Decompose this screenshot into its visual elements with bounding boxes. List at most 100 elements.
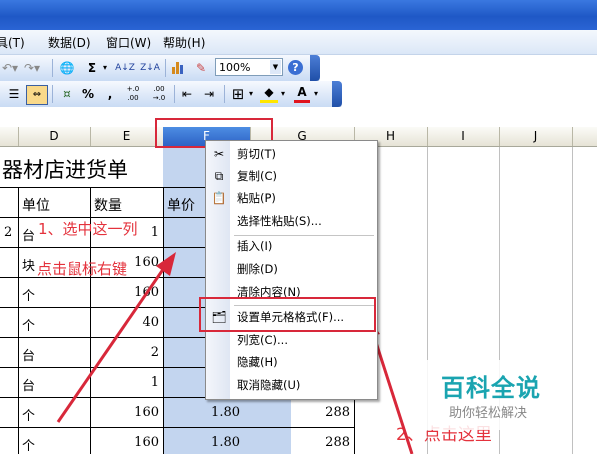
sort-ascending-button[interactable]: A↓Z (114, 59, 136, 77)
redo-icon[interactable]: ↷▾ (22, 59, 42, 77)
cell-left: 2 (4, 225, 13, 240)
sheet-title: 器材店进货单 (2, 158, 128, 182)
currency-icon[interactable]: ¤ (58, 85, 76, 103)
scissors-icon: ✂ (213, 147, 225, 161)
paste-icon: 📋 (211, 191, 227, 205)
cell-qty: 1 (150, 375, 159, 390)
cell-unit: 个 (22, 319, 36, 334)
help-icon[interactable]: ? (288, 60, 303, 75)
autosum-button[interactable]: Σ (82, 59, 102, 77)
toolbar-options-grip[interactable] (310, 55, 320, 81)
menu-window[interactable]: 窗口(W) (106, 34, 151, 51)
cell-qty: 40 (142, 315, 159, 330)
zoom-select[interactable]: 100% ▼ (215, 58, 283, 76)
toolbar-separator (52, 59, 53, 77)
table-border (0, 427, 354, 428)
decrease-decimal-button[interactable]: .00 →.0 (148, 85, 170, 103)
menu-help[interactable]: 帮助(H) (163, 34, 205, 51)
menu-item-cut[interactable]: ✂ 剪切(T) (206, 143, 377, 165)
menu-bar: 具(T) 数据(D) 窗口(W) 帮助(H) (0, 30, 597, 55)
header-price: 单价 (167, 198, 195, 214)
borders-dropdown-icon[interactable]: ▾ (247, 85, 255, 103)
cell-price: 1.80 (211, 435, 240, 450)
decrease-indent-icon[interactable]: ⇤ (178, 85, 196, 103)
menu-item-delete[interactable]: 删除(D) (206, 258, 377, 280)
formatting-toolbar: ☰ ⇔ ¤ % , +.0 .00 .00 →.0 ⇤ ⇥ ⊞ ▾ ◆ ▾ A … (0, 81, 342, 108)
menu-item-column-width[interactable]: 列宽(C)... (206, 329, 377, 351)
column-header-d[interactable]: D (18, 127, 91, 146)
comma-button[interactable]: , (102, 85, 118, 103)
menu-item-paste-special[interactable]: 选择性粘贴(S)... (206, 210, 377, 232)
menu-item-label: 列宽(C)... (237, 333, 288, 347)
menu-item-label: 取消隐藏(U) (237, 378, 301, 392)
menu-tools[interactable]: 具(T) (0, 34, 25, 51)
menu-item-label: 复制(C) (237, 169, 278, 183)
menu-item-label: 删除(D) (237, 262, 278, 276)
watermark-subtitle: 助你轻松解决 (449, 406, 528, 421)
merge-center-icon[interactable]: ⇔ (26, 85, 48, 105)
header-unit: 单位 (22, 198, 50, 214)
menu-item-copy[interactable]: ⧉ 复制(C) (206, 165, 377, 187)
chart-wizard-icon[interactable] (172, 61, 186, 74)
align-right-icon[interactable]: ☰ (6, 85, 22, 103)
toolbar-separator (52, 85, 53, 103)
menu-item-insert[interactable]: 插入(I) (206, 235, 377, 257)
cell-qty: 160 (134, 435, 159, 450)
menu-item-label: 选择性粘贴(S)... (237, 214, 322, 228)
cell-amount: 288 (325, 405, 350, 420)
drawing-icon[interactable]: ✎ (192, 59, 210, 77)
menu-item-label: 插入(I) (237, 239, 273, 253)
column-header-j[interactable]: J (499, 127, 573, 146)
toolbar-options-grip[interactable] (332, 81, 342, 107)
menu-item-label: 隐藏(H) (237, 355, 278, 369)
autosum-dropdown-icon[interactable]: ▾ (101, 59, 109, 77)
toolbar-separator (174, 85, 175, 103)
format-cells-highlight-box (199, 297, 376, 332)
cell-unit: 个 (22, 289, 36, 304)
watermark: 百科全说 助你轻松解决 (422, 360, 572, 430)
cell-price: 1.80 (211, 405, 240, 420)
zoom-value: 100% (219, 61, 251, 74)
watermark-title: 百科全说 (441, 374, 541, 402)
context-menu: ✂ 剪切(T) ⧉ 复制(C) 📋 粘贴(P) 选择性粘贴(S)... 插入(I… (205, 140, 378, 400)
toolbar-separator (165, 59, 166, 77)
menu-item-paste[interactable]: 📋 粘贴(P) (206, 187, 377, 209)
column-header-i[interactable]: I (427, 127, 500, 146)
menu-item-hide[interactable]: 隐藏(H) (206, 351, 377, 373)
hyperlink-icon[interactable]: 🌐 (58, 59, 76, 77)
menu-item-label: 剪切(T) (237, 147, 276, 161)
cell-unit: 台 (22, 379, 36, 394)
borders-icon[interactable]: ⊞ (230, 85, 246, 103)
percent-button[interactable]: % (80, 85, 96, 103)
cell-unit: 块 (22, 259, 36, 274)
cell-unit: 个 (22, 409, 36, 424)
sort-descending-button[interactable]: Z↓A (139, 59, 161, 77)
font-color-dropdown-icon[interactable]: ▾ (312, 85, 320, 103)
menu-item-unhide[interactable]: 取消隐藏(U) (206, 374, 377, 396)
grid-line (572, 147, 573, 454)
chevron-down-icon[interactable]: ▼ (270, 60, 281, 74)
header-qty: 数量 (94, 198, 122, 214)
increase-indent-icon[interactable]: ⇥ (200, 85, 218, 103)
increase-decimal-button[interactable]: +.0 .00 (122, 85, 144, 103)
column-header-e[interactable]: E (90, 127, 164, 146)
fill-color-dropdown-icon[interactable]: ▾ (279, 85, 287, 103)
cell-qty: 2 (150, 345, 159, 360)
table-border (18, 187, 19, 454)
cell-unit: 台 (22, 349, 36, 364)
font-color-button[interactable]: A (294, 85, 310, 103)
standard-toolbar: ↶▾ ↷▾ 🌐 Σ ▾ A↓Z Z↓A ✎ 100% ▼ ? (0, 55, 320, 82)
cell-qty: 160 (134, 285, 159, 300)
column-header-c[interactable] (0, 127, 19, 146)
cell-qty: 160 (134, 405, 159, 420)
step1-instruction: 1、选中这一列 (38, 220, 138, 238)
table-border (163, 187, 164, 454)
menu-data[interactable]: 数据(D) (48, 34, 91, 51)
menu-item-label: 粘贴(P) (237, 191, 276, 205)
step1-instruction-line2: 点击鼠标右键 (37, 260, 128, 278)
undo-icon[interactable]: ↶▾ (2, 59, 18, 77)
copy-icon: ⧉ (214, 169, 224, 183)
fill-color-icon[interactable]: ◆ (260, 85, 278, 103)
cell-unit: 个 (22, 439, 36, 454)
toolbar-separator (224, 85, 225, 103)
